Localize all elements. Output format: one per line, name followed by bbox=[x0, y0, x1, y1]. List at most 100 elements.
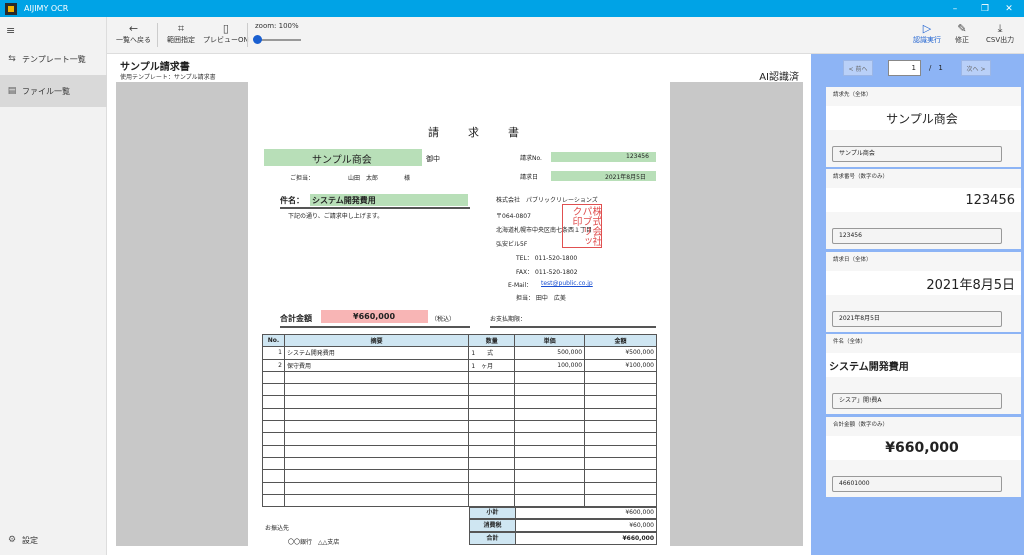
recognize-button[interactable]: ▷ 認識実行 bbox=[913, 22, 941, 45]
page-number-input[interactable]: 1 bbox=[888, 60, 921, 76]
bank-info: 〇〇銀行 △△支店 bbox=[288, 539, 340, 546]
table-cell bbox=[514, 444, 586, 458]
table-cell bbox=[283, 481, 470, 495]
email-label: E-Mail： bbox=[508, 282, 533, 289]
table-cell bbox=[584, 432, 657, 446]
field-value-input[interactable]: 46601000 bbox=[832, 476, 1002, 492]
col-quantity: 数量 bbox=[468, 333, 516, 348]
table-cell bbox=[283, 383, 470, 397]
field-recognized-value: サンプル商会 bbox=[826, 106, 1021, 130]
table-cell bbox=[262, 444, 285, 458]
field-value-input[interactable]: シスア」開!費A bbox=[832, 393, 1002, 409]
recognition-status: AI認識済 bbox=[759, 72, 799, 83]
table-cell bbox=[584, 493, 657, 508]
field-card: 件名（全体） システム開発費用 シスア」開!費A bbox=[826, 334, 1021, 414]
table-cell bbox=[262, 456, 285, 471]
trim-button[interactable]: ⌗ 範囲指定 bbox=[167, 22, 195, 45]
app-logo-icon bbox=[5, 2, 17, 15]
subject: システム開発費用 bbox=[312, 196, 376, 205]
page-title: サンプル請求書 bbox=[120, 62, 190, 73]
prev-page-button[interactable]: < 前へ bbox=[843, 60, 873, 76]
tel: TEL： 011-520-1800 bbox=[516, 255, 578, 262]
arrow-left-icon: ← bbox=[128, 22, 139, 35]
table-cell bbox=[262, 370, 285, 385]
table-header-row: No. 摘要 数量 単価 金額 bbox=[262, 333, 657, 348]
tax-label: 消費税 bbox=[469, 519, 516, 532]
subtotal-value: ¥600,000 bbox=[515, 507, 657, 519]
email-link[interactable]: test@public.co.jp bbox=[541, 280, 593, 287]
total-amount: ¥660,000 bbox=[353, 312, 396, 321]
zoom-slider[interactable] bbox=[253, 35, 301, 44]
table-cell bbox=[262, 395, 285, 409]
table-cell bbox=[468, 432, 516, 446]
sidebar-item-settings[interactable]: ⚙ 設定 bbox=[0, 524, 107, 555]
table-cell bbox=[584, 456, 657, 471]
sidebar-item-files[interactable]: ▤ ファイル一覧 bbox=[0, 75, 107, 107]
total-underline bbox=[280, 326, 470, 328]
sidebar-item-templates[interactable]: ⇆ テンプレート一覧 bbox=[0, 43, 107, 75]
field-recognized-value: 2021年8月5日 bbox=[826, 271, 1021, 295]
template-icon: ⇆ bbox=[8, 54, 16, 64]
field-value-input[interactable]: 123456 bbox=[832, 228, 1002, 244]
table-row bbox=[262, 481, 657, 495]
table-cell bbox=[468, 481, 516, 495]
table-row: 2 保守費用 1 ヶ月 100,000 ¥100,000 bbox=[262, 358, 657, 372]
table-row bbox=[262, 407, 657, 422]
next-page-button[interactable]: 次へ > bbox=[961, 60, 991, 76]
table-cell bbox=[468, 420, 516, 434]
toolbar: ← 一覧へ戻る ⌗ 範囲指定 ▯ プレビューON zoom: 100% ▷ 認識… bbox=[107, 17, 1024, 54]
table-cell bbox=[468, 383, 516, 397]
table-row bbox=[262, 469, 657, 483]
sidebar-item-label: テンプレート一覧 bbox=[22, 54, 86, 64]
field-recognized-value: システム開発費用 bbox=[826, 353, 1021, 377]
col-unit-price: 単価 bbox=[514, 333, 586, 348]
table-cell bbox=[283, 493, 470, 508]
zoom-slider-thumb[interactable] bbox=[253, 35, 262, 44]
edit-button[interactable]: ✎ 修正 bbox=[955, 22, 969, 45]
csv-export-button[interactable]: ⤓ CSV出力 bbox=[986, 22, 1014, 45]
back-button[interactable]: ← 一覧へ戻る bbox=[116, 22, 151, 45]
sidebar: ≡ ⇆ テンプレート一覧 ▤ ファイル一覧 ⚙ 設定 bbox=[0, 17, 107, 555]
table-cell bbox=[283, 407, 470, 422]
title-bar: AIJIMY OCR – ❐ ✕ bbox=[0, 0, 1024, 17]
gear-icon: ⚙ bbox=[7, 535, 17, 545]
table-row bbox=[262, 395, 657, 409]
fax: FAX： 011-520-1802 bbox=[516, 269, 578, 276]
table-cell: 100,000 bbox=[514, 358, 586, 372]
table-cell bbox=[584, 383, 657, 397]
invoice-no: 123456 bbox=[626, 153, 649, 160]
minimize-button[interactable]: – bbox=[938, 0, 972, 17]
table-cell bbox=[514, 432, 586, 446]
field-label: 請求先（全体） bbox=[833, 92, 872, 98]
field-card: 請求先（全体） サンプル商会 サンプル商会 bbox=[826, 87, 1021, 167]
table-cell: 保守費用 bbox=[283, 358, 470, 372]
table-cell bbox=[468, 456, 516, 471]
invoice-note: 下記の通り、ご請求申し上げます。 bbox=[288, 213, 384, 220]
table-cell bbox=[584, 395, 657, 409]
sidebar-item-label: ファイル一覧 bbox=[22, 86, 70, 96]
table-row bbox=[262, 432, 657, 446]
recognition-panel: < 前へ 1 / 1 次へ > 請求先（全体） サンプル商会 サンプル商会 請求番号（… bbox=[811, 54, 1024, 555]
field-card: 請求日（全体） 2021年8月5日 2021年8月5日 bbox=[826, 252, 1021, 332]
table-cell bbox=[584, 370, 657, 385]
company-seal-stamp: 株式会社パブリック印 bbox=[562, 204, 602, 248]
page-total: / 1 bbox=[929, 64, 943, 72]
table-cell bbox=[262, 469, 285, 483]
table-cell bbox=[283, 456, 470, 471]
document-viewer[interactable]: 請 求 書 サンプル商会 御中 ご担当： 山田 太郎 様 請求No. 12345… bbox=[116, 82, 803, 546]
hamburger-menu-icon[interactable]: ≡ bbox=[6, 24, 15, 37]
table-cell bbox=[514, 456, 586, 471]
table-cell: 500,000 bbox=[514, 346, 586, 360]
table-row bbox=[262, 420, 657, 434]
field-value-input[interactable]: サンプル商会 bbox=[832, 146, 1002, 162]
close-button[interactable]: ✕ bbox=[992, 0, 1024, 17]
table-cell bbox=[584, 444, 657, 458]
preview-button[interactable]: ▯ プレビューON bbox=[203, 22, 249, 45]
table-row: 1 システム開発費用 1 式 500,000 ¥500,000 bbox=[262, 346, 657, 360]
subject-label: 件名： bbox=[280, 196, 304, 205]
field-value-input[interactable]: 2021年8月5日 bbox=[832, 311, 1002, 327]
contact-name: 山田 太郎 bbox=[348, 175, 379, 182]
table-cell bbox=[514, 481, 586, 495]
due-label: お支払期限： bbox=[490, 316, 527, 323]
table-cell: 2 bbox=[262, 358, 285, 372]
